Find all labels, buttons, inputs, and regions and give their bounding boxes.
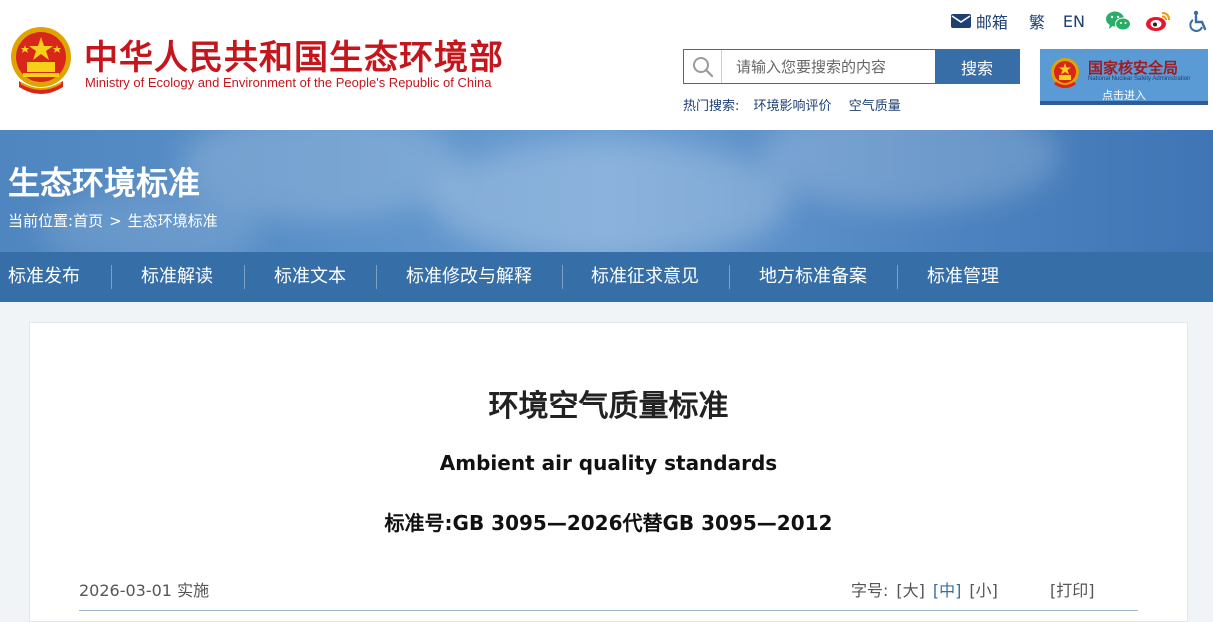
nav-item-standard-consultation[interactable]: 标准征求意见	[562, 252, 729, 302]
nav-item-standard-amendment[interactable]: 标准修改与解释	[376, 252, 562, 302]
nnsa-enter-label: 点击进入	[1102, 89, 1146, 102]
wechat-link[interactable]	[1105, 10, 1131, 32]
standard-number: 标准号:GB 3095—2026代替GB 3095—2012	[384, 511, 833, 535]
site-header: 中华人民共和国生态环境部 Ministry of Ecology and Env…	[0, 0, 1213, 130]
nav-item-standard-text[interactable]: 标准文本	[244, 252, 376, 302]
search-input[interactable]	[722, 50, 935, 83]
font-size-small[interactable]: [小]	[969, 581, 998, 600]
english-link[interactable]: EN	[1063, 12, 1085, 31]
hot-search-item[interactable]: 环境影响评价	[754, 99, 832, 114]
nnsa-name-en: National Nuclear Safety Administration	[1088, 76, 1191, 82]
search-box: 搜索	[683, 49, 1020, 84]
breadcrumb-prefix: 当前位置:	[8, 212, 74, 230]
traditional-chinese-link[interactable]: 繁	[1029, 9, 1045, 33]
main-nav: 标准发布 标准解读 标准文本 标准修改与解释 标准征求意见 地方标准备案 标准管…	[0, 252, 1213, 302]
mail-link[interactable]: 邮箱	[950, 9, 1014, 33]
accessibility-icon	[1189, 10, 1207, 32]
nav-item-local-standard-filing[interactable]: 地方标准备案	[729, 252, 897, 302]
nnsa-name-cn: 国家核安全局	[1088, 59, 1179, 77]
mail-icon	[950, 14, 971, 28]
hot-search-item[interactable]: 空气质量	[849, 99, 901, 114]
weibo-link[interactable]	[1145, 10, 1171, 32]
mail-label: 邮箱	[975, 13, 1008, 32]
accessibility-link[interactable]	[1187, 10, 1209, 32]
traditional-label: 繁	[1028, 13, 1045, 32]
nnsa-entry-button[interactable]: 国家核安全局 National Nuclear Safety Administr…	[1040, 49, 1208, 105]
site-title-en[interactable]: Ministry of Ecology and Environment of t…	[85, 75, 491, 90]
section-banner: 生态环境标准 当前位置:首页 > 生态环境标准	[0, 130, 1213, 252]
search-button[interactable]: 搜索	[935, 50, 1019, 83]
divider	[79, 610, 1138, 611]
nav-item-standard-management[interactable]: 标准管理	[897, 252, 1029, 302]
nav-item-standard-interpretation[interactable]: 标准解读	[111, 252, 244, 302]
national-emblem-icon	[1051, 58, 1079, 88]
english-label: EN	[1062, 11, 1085, 31]
top-links: 邮箱 繁 EN	[950, 10, 1213, 32]
effective-date: 2026-03-01 实施	[79, 581, 210, 600]
site-title-cn[interactable]: 中华人民共和国生态环境部	[84, 30, 504, 79]
national-emblem-icon[interactable]	[9, 25, 73, 95]
weibo-icon	[1146, 12, 1170, 31]
font-size-label: 字号:	[851, 581, 889, 600]
nav-item-standard-release[interactable]: 标准发布	[0, 252, 111, 302]
document-card: 环境空气质量标准 Ambient air quality standards 标…	[29, 322, 1188, 622]
document-title-en: Ambient air quality standards	[439, 451, 778, 475]
breadcrumb-current[interactable]: 生态环境标准	[128, 212, 218, 230]
print-button[interactable]: [打印]	[1050, 577, 1095, 601]
font-size-large[interactable]: [大]	[896, 581, 925, 600]
hot-search-label: 热门搜索:	[683, 99, 740, 114]
font-size-control: 字号: [大] [中] [小]	[851, 577, 998, 601]
banner-cloud	[760, 130, 1060, 210]
font-size-medium[interactable]: [中]	[933, 581, 962, 600]
banner-cloud	[430, 140, 790, 252]
hot-search: 热门搜索: 环境影响评价 空气质量	[683, 95, 914, 114]
breadcrumb: 当前位置:首页 > 生态环境标准	[8, 210, 218, 231]
document-title: 环境空气质量标准	[488, 389, 729, 424]
search-icon[interactable]	[684, 50, 722, 83]
wechat-icon	[1106, 11, 1131, 31]
breadcrumb-separator: >	[109, 212, 122, 230]
breadcrumb-home[interactable]: 首页	[73, 212, 103, 230]
section-title: 生态环境标准	[8, 164, 201, 202]
